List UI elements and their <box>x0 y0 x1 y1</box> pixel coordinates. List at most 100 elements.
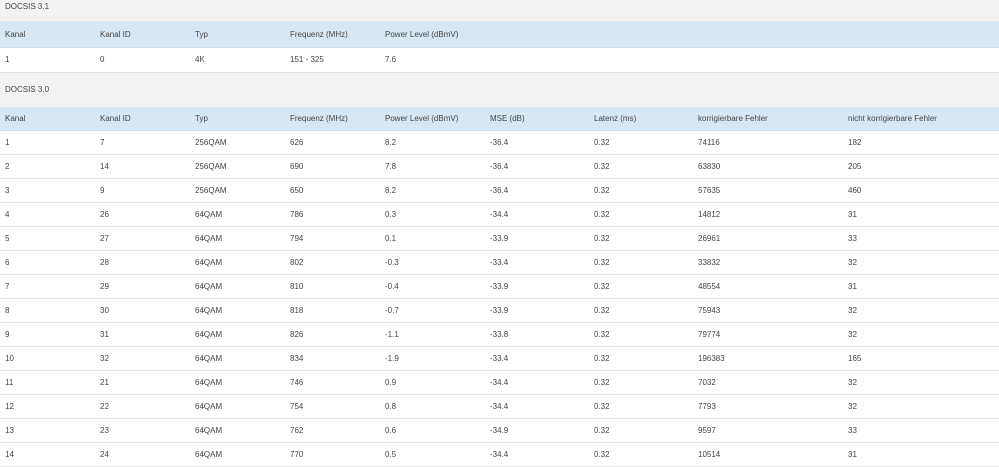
table-cell: 0.32 <box>589 203 693 227</box>
table-cell: -33.9 <box>485 227 589 251</box>
table-cell: 32 <box>843 251 999 275</box>
table-cell: 9 <box>95 179 190 203</box>
table-cell: -36.4 <box>485 131 589 155</box>
column-header: Kanal <box>0 22 95 47</box>
table-cell: 31 <box>95 323 190 347</box>
table-cell: -34.4 <box>485 371 589 395</box>
table-cell: 165 <box>843 347 999 371</box>
table-cell: 834 <box>285 347 380 371</box>
table-cell: 32 <box>843 323 999 347</box>
table-cell: 7 <box>0 275 95 299</box>
table-cell: 75943 <box>693 299 843 323</box>
table-cell: 0.9 <box>380 371 485 395</box>
table-cell: 786 <box>285 203 380 227</box>
table-cell: 762 <box>285 419 380 443</box>
table-cell: 754 <box>285 395 380 419</box>
table-row: 122264QAM7540.8-34.40.32779332 <box>0 395 999 419</box>
column-header: Kanal ID <box>95 22 190 47</box>
table-cell: 0.1 <box>380 227 485 251</box>
table-cell: 12 <box>0 395 95 419</box>
table-cell: 9597 <box>693 419 843 443</box>
table-cell: -33.4 <box>485 347 589 371</box>
table-cell: 794 <box>285 227 380 251</box>
table-cell: 48554 <box>693 275 843 299</box>
column-header: Latenz (ms) <box>589 108 693 131</box>
table-cell: 4 <box>0 203 95 227</box>
table-cell: 256QAM <box>190 131 285 155</box>
table-cell: 0.32 <box>589 395 693 419</box>
table-cell: 1 <box>0 131 95 155</box>
column-header-empty <box>843 22 999 47</box>
table-cell: 8.2 <box>380 131 485 155</box>
table-row: 83064QAM818-0.7-33.90.327594332 <box>0 299 999 323</box>
table-cell: 11 <box>0 371 95 395</box>
table-cell: 0.5 <box>380 443 485 467</box>
table-row: 1 0 4K 151 - 325 7.6 <box>0 47 999 72</box>
table-cell: 626 <box>285 131 380 155</box>
table-cell: 31 <box>843 203 999 227</box>
table-cell: 0.3 <box>380 203 485 227</box>
table-cell: 7 <box>95 131 190 155</box>
table-cell: -1.9 <box>380 347 485 371</box>
table-cell: 23 <box>95 419 190 443</box>
table-cell: 690 <box>285 155 380 179</box>
table-cell: 79774 <box>693 323 843 347</box>
table-cell: 32 <box>95 347 190 371</box>
table-cell: 10514 <box>693 443 843 467</box>
column-header: Kanal <box>0 108 95 131</box>
table-cell: 14 <box>95 155 190 179</box>
table-cell: 0.32 <box>589 155 693 179</box>
table-cell: 64QAM <box>190 395 285 419</box>
table-cell: 64QAM <box>190 371 285 395</box>
table-cell: 9 <box>0 323 95 347</box>
table-row: 103264QAM834-1.9-33.40.32196383165 <box>0 347 999 371</box>
table-cell: 7.6 <box>380 47 485 72</box>
table-cell: -0.4 <box>380 275 485 299</box>
table-cell: 770 <box>285 443 380 467</box>
table-cell: 31 <box>843 275 999 299</box>
table-row: 112164QAM7460.9-34.40.32703232 <box>0 371 999 395</box>
table-cell: 5 <box>0 227 95 251</box>
table-cell: 818 <box>285 299 380 323</box>
table-cell: 27 <box>95 227 190 251</box>
table-cell: 1 <box>0 47 95 72</box>
table-cell: 63830 <box>693 155 843 179</box>
table-cell: -0.7 <box>380 299 485 323</box>
table-cell: 29 <box>95 275 190 299</box>
table-row: 17256QAM6268.2-36.40.3274116182 <box>0 131 999 155</box>
table-cell: 64QAM <box>190 347 285 371</box>
table-cell: -33.9 <box>485 299 589 323</box>
table-cell: 28 <box>95 251 190 275</box>
column-header: Typ <box>190 108 285 131</box>
table-cell: 826 <box>285 323 380 347</box>
table-row: 142464QAM7700.5-34.40.321051431 <box>0 443 999 467</box>
table-cell: -33.8 <box>485 323 589 347</box>
table-cell: 196383 <box>693 347 843 371</box>
table-row: 214256QAM6907.8-36.40.3263830205 <box>0 155 999 179</box>
table-cell: 74116 <box>693 131 843 155</box>
table-cell: 650 <box>285 179 380 203</box>
table-cell: -34.9 <box>485 419 589 443</box>
table-cell: 57635 <box>693 179 843 203</box>
table-cell: 26 <box>95 203 190 227</box>
table-cell: -33.9 <box>485 275 589 299</box>
table-cell: 32 <box>843 299 999 323</box>
table-cell: -34.4 <box>485 395 589 419</box>
table-cell: 64QAM <box>190 251 285 275</box>
table-cell: 64QAM <box>190 227 285 251</box>
table-cell: 0.32 <box>589 179 693 203</box>
table-cell: 182 <box>843 131 999 155</box>
table-cell: 0.6 <box>380 419 485 443</box>
column-header: MSE (dB) <box>485 108 589 131</box>
table-cell: 0.8 <box>380 395 485 419</box>
table-cell: -34.4 <box>485 203 589 227</box>
table-cell: 8.2 <box>380 179 485 203</box>
table-cell: 64QAM <box>190 299 285 323</box>
table-cell: 0.32 <box>589 443 693 467</box>
table-cell: 26961 <box>693 227 843 251</box>
table-row: 42664QAM7860.3-34.40.321481231 <box>0 203 999 227</box>
table-cell: 810 <box>285 275 380 299</box>
table-cell: 0.32 <box>589 323 693 347</box>
table-cell: -36.4 <box>485 155 589 179</box>
table-cell: 256QAM <box>190 179 285 203</box>
